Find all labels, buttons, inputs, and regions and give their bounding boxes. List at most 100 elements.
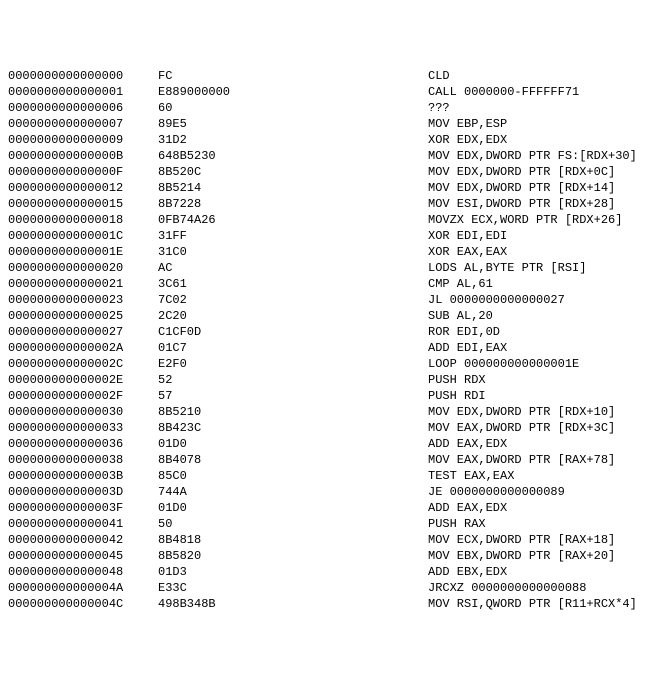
disasm-row[interactable]: 00000000000000428B4818MOV ECX,DWORD PTR …	[8, 532, 661, 548]
mnemonic-cell: MOV EDX,DWORD PTR [RDX+14]	[428, 180, 661, 196]
disasm-row[interactable]: 000000000000000789E5MOV EBP,ESP	[8, 116, 661, 132]
disasm-row[interactable]: 000000000000003D744AJE 0000000000000089	[8, 484, 661, 500]
bytes-cell: 498B348B	[158, 596, 428, 612]
bytes-cell: 85C0	[158, 468, 428, 484]
bytes-cell: 89E5	[158, 116, 428, 132]
address-cell: 0000000000000041	[8, 516, 158, 532]
bytes-cell: 8B5820	[158, 548, 428, 564]
address-cell: 0000000000000021	[8, 276, 158, 292]
address-cell: 000000000000004A	[8, 580, 158, 596]
disassembly-view: 0000000000000000FCCLD0000000000000001E88…	[8, 68, 661, 612]
bytes-cell: 8B423C	[158, 420, 428, 436]
mnemonic-cell: MOV EAX,DWORD PTR [RAX+78]	[428, 452, 661, 468]
disasm-row[interactable]: 000000000000002A01C7ADD EDI,EAX	[8, 340, 661, 356]
disasm-row[interactable]: 00000000000000308B5210MOV EDX,DWORD PTR …	[8, 404, 661, 420]
disasm-row[interactable]: 000000000000004C498B348BMOV RSI,QWORD PT…	[8, 596, 661, 612]
address-cell: 0000000000000036	[8, 436, 158, 452]
bytes-cell: 60	[158, 100, 428, 116]
disasm-row[interactable]: 00000000000000237C02JL 0000000000000027	[8, 292, 661, 308]
disasm-row[interactable]: 000000000000002E52PUSH RDX	[8, 372, 661, 388]
mnemonic-cell: MOV ECX,DWORD PTR [RAX+18]	[428, 532, 661, 548]
mnemonic-cell: MOV RSI,QWORD PTR [R11+RCX*4]	[428, 596, 661, 612]
bytes-cell: 8B7228	[158, 196, 428, 212]
bytes-cell: 8B5214	[158, 180, 428, 196]
disasm-row[interactable]: 000000000000000931D2XOR EDX,EDX	[8, 132, 661, 148]
disasm-row[interactable]: 000000000000002F57PUSH RDI	[8, 388, 661, 404]
address-cell: 000000000000000F	[8, 164, 158, 180]
address-cell: 0000000000000042	[8, 532, 158, 548]
mnemonic-cell: MOV EDX,DWORD PTR [RDX+10]	[428, 404, 661, 420]
address-cell: 000000000000003F	[8, 500, 158, 516]
disasm-row[interactable]: 000000000000001E31C0XOR EAX,EAX	[8, 244, 661, 260]
disasm-row[interactable]: 000000000000003F01D0ADD EAX,EDX	[8, 500, 661, 516]
disasm-row[interactable]: 000000000000002CE2F0LOOP 000000000000001…	[8, 356, 661, 372]
mnemonic-cell: MOV EDX,DWORD PTR FS:[RDX+30]	[428, 148, 661, 164]
mnemonic-cell: ROR EDI,0D	[428, 324, 661, 340]
bytes-cell: 8B4078	[158, 452, 428, 468]
disasm-row[interactable]: 00000000000000128B5214MOV EDX,DWORD PTR …	[8, 180, 661, 196]
mnemonic-cell: ADD EAX,EDX	[428, 436, 661, 452]
address-cell: 000000000000003D	[8, 484, 158, 500]
mnemonic-cell: XOR EDX,EDX	[428, 132, 661, 148]
disasm-row[interactable]: 000000000000000F8B520CMOV EDX,DWORD PTR …	[8, 164, 661, 180]
address-cell: 000000000000004C	[8, 596, 158, 612]
bytes-cell: 31FF	[158, 228, 428, 244]
address-cell: 0000000000000038	[8, 452, 158, 468]
disasm-row[interactable]: 00000000000000213C61CMP AL,61	[8, 276, 661, 292]
mnemonic-cell: LODS AL,BYTE PTR [RSI]	[428, 260, 661, 276]
bytes-cell: 31D2	[158, 132, 428, 148]
disasm-row[interactable]: 00000000000000338B423CMOV EAX,DWORD PTR …	[8, 420, 661, 436]
disasm-row[interactable]: 000000000000004801D3ADD EBX,EDX	[8, 564, 661, 580]
bytes-cell: 01D3	[158, 564, 428, 580]
disasm-row[interactable]: 000000000000004AE33CJRCXZ 00000000000000…	[8, 580, 661, 596]
bytes-cell: 57	[158, 388, 428, 404]
disasm-row[interactable]: 000000000000000660???	[8, 100, 661, 116]
disasm-row[interactable]: 0000000000000027C1CF0DROR EDI,0D	[8, 324, 661, 340]
bytes-cell: C1CF0D	[158, 324, 428, 340]
address-cell: 000000000000001E	[8, 244, 158, 260]
mnemonic-cell: SUB AL,20	[428, 308, 661, 324]
address-cell: 0000000000000000	[8, 68, 158, 84]
disasm-row[interactable]: 00000000000000158B7228MOV ESI,DWORD PTR …	[8, 196, 661, 212]
address-cell: 0000000000000012	[8, 180, 158, 196]
disasm-row[interactable]: 00000000000000458B5820MOV EBX,DWORD PTR …	[8, 548, 661, 564]
disasm-row[interactable]: 0000000000000020ACLODS AL,BYTE PTR [RSI]	[8, 260, 661, 276]
address-cell: 0000000000000023	[8, 292, 158, 308]
address-cell: 0000000000000018	[8, 212, 158, 228]
address-cell: 000000000000002F	[8, 388, 158, 404]
mnemonic-cell: JE 0000000000000089	[428, 484, 661, 500]
disasm-row[interactable]: 000000000000001C31FFXOR EDI,EDI	[8, 228, 661, 244]
bytes-cell: 2C20	[158, 308, 428, 324]
disasm-row[interactable]: 00000000000000252C20SUB AL,20	[8, 308, 661, 324]
address-cell: 0000000000000030	[8, 404, 158, 420]
address-cell: 000000000000000B	[8, 148, 158, 164]
address-cell: 0000000000000045	[8, 548, 158, 564]
address-cell: 000000000000002E	[8, 372, 158, 388]
address-cell: 0000000000000015	[8, 196, 158, 212]
bytes-cell: 744A	[158, 484, 428, 500]
disasm-row[interactable]: 0000000000000001E889000000CALL 0000000-F…	[8, 84, 661, 100]
disasm-row[interactable]: 00000000000000388B4078MOV EAX,DWORD PTR …	[8, 452, 661, 468]
disasm-row[interactable]: 00000000000000180FB74A26MOVZX ECX,WORD P…	[8, 212, 661, 228]
mnemonic-cell: TEST EAX,EAX	[428, 468, 661, 484]
mnemonic-cell: MOV EBP,ESP	[428, 116, 661, 132]
disasm-row[interactable]: 000000000000000B648B5230MOV EDX,DWORD PT…	[8, 148, 661, 164]
bytes-cell: FC	[158, 68, 428, 84]
disasm-row[interactable]: 0000000000000000FCCLD	[8, 68, 661, 84]
mnemonic-cell: XOR EDI,EDI	[428, 228, 661, 244]
bytes-cell: E33C	[158, 580, 428, 596]
mnemonic-cell: XOR EAX,EAX	[428, 244, 661, 260]
bytes-cell: 648B5230	[158, 148, 428, 164]
disasm-row[interactable]: 000000000000004150PUSH RAX	[8, 516, 661, 532]
address-cell: 000000000000003B	[8, 468, 158, 484]
address-cell: 000000000000002C	[8, 356, 158, 372]
mnemonic-cell: MOVZX ECX,WORD PTR [RDX+26]	[428, 212, 661, 228]
address-cell: 0000000000000027	[8, 324, 158, 340]
mnemonic-cell: LOOP 000000000000001E	[428, 356, 661, 372]
address-cell: 0000000000000048	[8, 564, 158, 580]
mnemonic-cell: CMP AL,61	[428, 276, 661, 292]
disasm-row[interactable]: 000000000000003B85C0TEST EAX,EAX	[8, 468, 661, 484]
address-cell: 0000000000000033	[8, 420, 158, 436]
bytes-cell: 01C7	[158, 340, 428, 356]
disasm-row[interactable]: 000000000000003601D0ADD EAX,EDX	[8, 436, 661, 452]
